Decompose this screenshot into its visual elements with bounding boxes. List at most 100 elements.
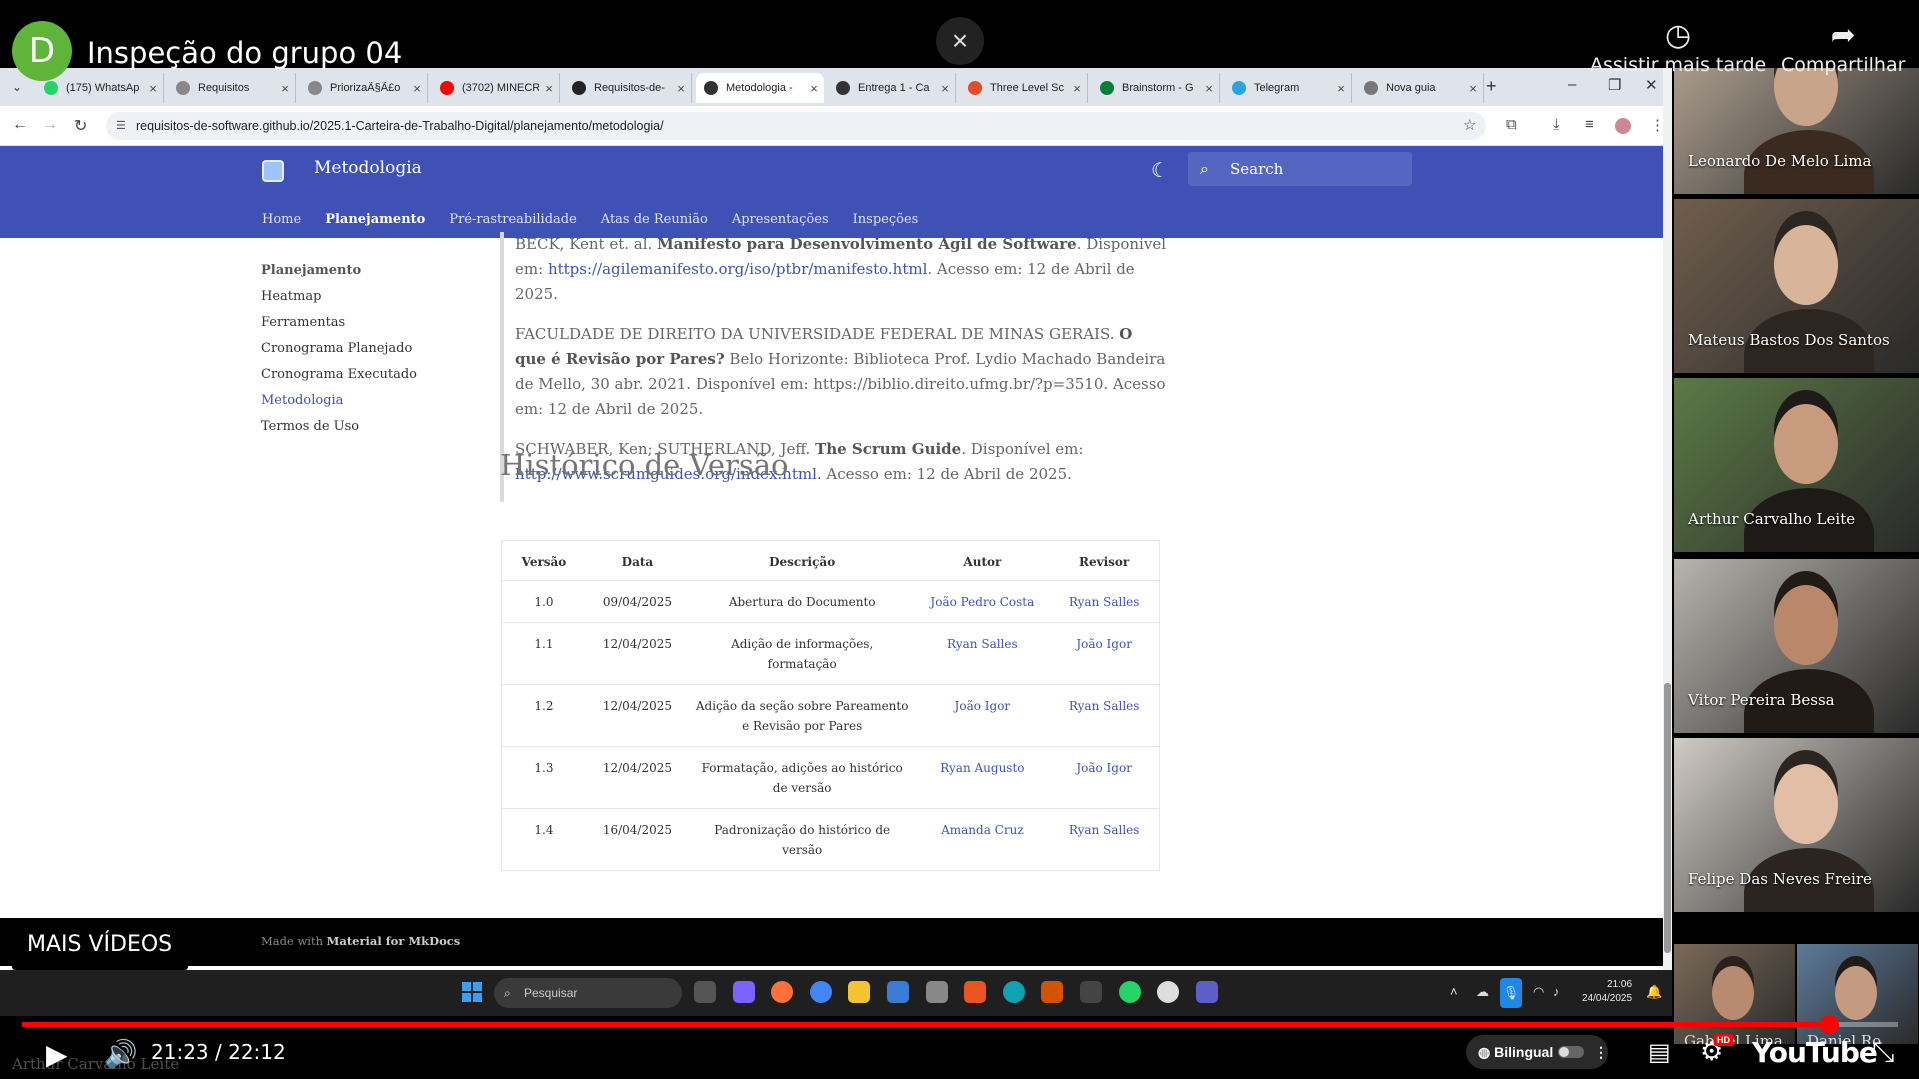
- extensions-icon[interactable]: ⧉: [1506, 116, 1517, 133]
- tab-close-icon[interactable]: ×: [671, 81, 691, 96]
- edge-icon[interactable]: [1002, 981, 1025, 1003]
- app-icon[interactable]: [964, 981, 987, 1003]
- taskbar-search[interactable]: ⌕ Pesquisar: [494, 978, 682, 1008]
- sidebar-item[interactable]: Cronograma Planejado: [261, 336, 417, 362]
- site-tab[interactable]: Home: [262, 212, 301, 227]
- download-icon[interactable]: ⤓: [1553, 116, 1560, 133]
- tab-close-icon[interactable]: ×: [804, 81, 824, 96]
- new-tab-icon[interactable]: +: [1486, 76, 1497, 97]
- site-tab[interactable]: Atas de Reunião: [601, 212, 708, 227]
- footer-brand-link[interactable]: Material for MkDocs: [327, 934, 461, 948]
- table-cell[interactable]: João Igor: [1049, 746, 1160, 809]
- tab-close-icon[interactable]: ×: [1067, 81, 1087, 96]
- table-cell[interactable]: João Pedro Costa: [915, 580, 1050, 623]
- toggle-switch[interactable]: [1558, 1046, 1584, 1058]
- share-button[interactable]: ➦ Compartilhar: [1781, 20, 1905, 77]
- participant-tile[interactable]: Arthur Carvalho Leite: [1674, 378, 1919, 552]
- table-cell[interactable]: Ryan Salles: [1049, 684, 1160, 747]
- site-tab[interactable]: Inspeções: [853, 212, 919, 227]
- teams-icon[interactable]: [1195, 981, 1218, 1003]
- close-window-icon[interactable]: ✕: [1645, 76, 1658, 94]
- tab-search-icon[interactable]: ⌄: [6, 76, 28, 98]
- subtitles-icon[interactable]: ▤: [1648, 1038, 1671, 1067]
- browser-tab[interactable]: Metodologia - ×: [696, 73, 824, 103]
- youtube-logo[interactable]: YouTube: [1752, 1036, 1878, 1069]
- onedrive-icon[interactable]: ☁: [1476, 984, 1489, 1000]
- participant-tile-split[interactable]: Gabriel Lima Daniel Ro...: [1674, 944, 1919, 1044]
- table-cell[interactable]: Ryan Salles: [1049, 580, 1160, 623]
- more-videos-button[interactable]: MAIS VÍDEOS: [12, 920, 188, 970]
- browser-tab[interactable]: Nova guia ×: [1356, 73, 1484, 103]
- firefox-icon[interactable]: [771, 981, 794, 1003]
- app-icon[interactable]: [1157, 981, 1180, 1003]
- forward-icon[interactable]: →: [42, 116, 58, 134]
- site-tab[interactable]: Apresentações: [732, 212, 829, 227]
- profile-avatar[interactable]: [1615, 118, 1631, 134]
- site-search-input[interactable]: ⌕ Search: [1188, 152, 1412, 186]
- browser-tab[interactable]: Brainstorm - G ×: [1092, 73, 1220, 103]
- sidebar-item[interactable]: Heatmap: [261, 284, 417, 310]
- tab-close-icon[interactable]: ×: [143, 81, 163, 96]
- browser-tab[interactable]: (3702) MINECR ×: [432, 73, 560, 103]
- video-title[interactable]: Inspeção do grupo 04: [87, 36, 402, 70]
- browser-menu-icon[interactable]: ⋮: [1650, 116, 1663, 134]
- microphone-icon[interactable]: 🎙: [1500, 978, 1522, 1008]
- tab-close-icon[interactable]: ×: [1463, 81, 1483, 96]
- participant-tile[interactable]: Felipe Das Neves Freire: [1674, 738, 1919, 912]
- windows-start-icon[interactable]: [462, 982, 482, 1002]
- app-icon[interactable]: [1041, 981, 1064, 1003]
- minimize-icon[interactable]: –: [1568, 76, 1576, 93]
- volume-icon[interactable]: ♪: [1553, 984, 1560, 999]
- tab-close-icon[interactable]: ×: [539, 81, 559, 96]
- play-icon[interactable]: ▶: [46, 1038, 68, 1071]
- site-tab[interactable]: Pré-rastreabilidade: [449, 212, 576, 227]
- table-cell[interactable]: Ryan Salles: [1049, 808, 1160, 871]
- media-icon[interactable]: ≡: [1585, 116, 1594, 133]
- channel-avatar[interactable]: D: [12, 21, 72, 81]
- volume-icon[interactable]: 🔊: [104, 1038, 138, 1070]
- browser-tab[interactable]: Three Level Sc ×: [960, 73, 1088, 103]
- participant-half[interactable]: Daniel Ro...: [1797, 944, 1918, 1044]
- copilot-icon[interactable]: [732, 981, 755, 1003]
- exit-fullscreen-icon[interactable]: ⤡: [1872, 1036, 1894, 1069]
- browser-tab[interactable]: Telegram ×: [1224, 73, 1352, 103]
- sidebar-item[interactable]: Termos de Uso: [261, 414, 417, 440]
- progress-played[interactable]: [22, 1022, 1829, 1027]
- tab-close-icon[interactable]: ×: [1331, 81, 1351, 96]
- more-options-icon[interactable]: ⋮: [1594, 1035, 1608, 1069]
- url-field[interactable]: ☰ requisitos-de-software.github.io/2025.…: [106, 112, 1486, 140]
- page-scrollbar[interactable]: [1663, 68, 1672, 970]
- browser-tab[interactable]: Requisitos ×: [168, 73, 296, 103]
- whatsapp-icon[interactable]: [1118, 981, 1141, 1003]
- table-cell[interactable]: João Igor: [915, 684, 1050, 747]
- obs-icon[interactable]: [1080, 981, 1102, 1003]
- scrollbar-thumb[interactable]: [1664, 683, 1671, 953]
- tab-close-icon[interactable]: ×: [1199, 81, 1219, 96]
- theme-toggle-icon[interactable]: ☾: [1151, 158, 1169, 183]
- table-cell[interactable]: Ryan Salles: [915, 622, 1050, 685]
- bilingual-subtitle-toggle[interactable]: ◍ Bilingual ⋮: [1466, 1035, 1608, 1069]
- bookmark-star-icon[interactable]: ☆: [1463, 116, 1476, 134]
- wifi-icon[interactable]: ◠: [1533, 984, 1544, 1000]
- table-cell[interactable]: Ryan Augusto: [915, 746, 1050, 809]
- site-logo-icon[interactable]: [262, 160, 284, 182]
- back-icon[interactable]: ←: [12, 116, 28, 134]
- browser-tab[interactable]: Entrega 1 - Ca ×: [828, 73, 956, 103]
- app-icon[interactable]: [887, 981, 909, 1003]
- maximize-icon[interactable]: ❐: [1608, 76, 1621, 94]
- reload-icon[interactable]: ↻: [74, 116, 87, 136]
- tool-icon[interactable]: [925, 981, 948, 1003]
- table-cell[interactable]: João Igor: [1049, 622, 1160, 685]
- site-tab[interactable]: Planejamento: [325, 212, 425, 227]
- close-icon[interactable]: ×: [936, 17, 984, 65]
- tab-close-icon[interactable]: ×: [275, 81, 295, 96]
- sidebar-item[interactable]: Cronograma Executado: [261, 362, 417, 388]
- file-explorer-icon[interactable]: [848, 981, 871, 1003]
- participant-half[interactable]: Gabriel Lima: [1674, 944, 1795, 1044]
- task-view-icon[interactable]: [694, 981, 716, 1003]
- sidebar-item[interactable]: Metodologia: [261, 388, 417, 414]
- browser-tab[interactable]: Requisitos-de- ×: [564, 73, 692, 103]
- table-cell[interactable]: Amanda Cruz: [915, 808, 1050, 871]
- taskbar-clock[interactable]: 21:06 24/04/2025: [1582, 978, 1632, 1006]
- ref-link[interactable]: https://agilemanifesto.org/iso/ptbr/mani…: [548, 260, 927, 278]
